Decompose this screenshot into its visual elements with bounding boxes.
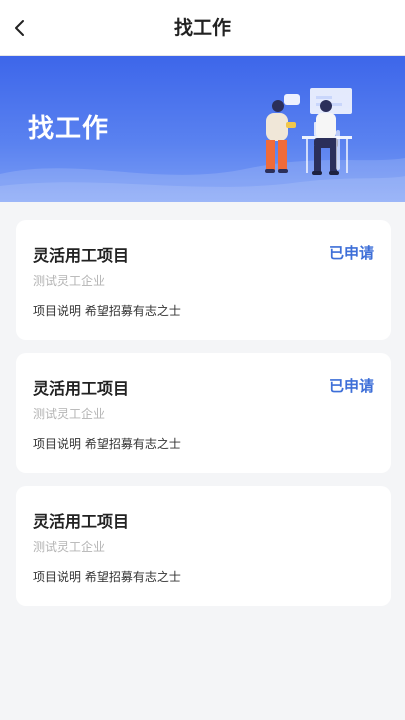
back-button[interactable]	[0, 0, 40, 56]
company-name: 测试灵工企业	[33, 274, 106, 288]
job-title: 灵活用工项目	[33, 246, 130, 265]
job-card[interactable]: 灵活用工项目 已申请 测试灵工企业 项目说明 希望招募有志之士	[16, 353, 391, 473]
job-title: 灵活用工项目	[33, 379, 130, 398]
job-card[interactable]: 灵活用工项目 已申请 测试灵工企业 项目说明 希望招募有志之士	[16, 220, 391, 340]
company-name: 测试灵工企业	[33, 407, 106, 421]
company-name: 测试灵工企业	[33, 540, 106, 554]
job-description: 项目说明 希望招募有志之士	[33, 437, 181, 451]
banner: 找工作	[0, 56, 405, 202]
page-title: 找工作	[173, 17, 231, 39]
job-description: 项目说明 希望招募有志之士	[33, 304, 181, 318]
job-card[interactable]: 灵活用工项目 测试灵工企业 项目说明 希望招募有志之士	[16, 486, 391, 606]
job-description: 项目说明 希望招募有志之士	[33, 570, 181, 584]
people-working-illustration	[265, 88, 352, 175]
applied-status: 已申请	[328, 244, 374, 262]
job-title: 灵活用工项目	[33, 512, 130, 531]
nav-bar: 找工作	[0, 0, 405, 56]
applied-status: 已申请	[328, 377, 374, 395]
chevron-left-icon	[15, 20, 24, 36]
